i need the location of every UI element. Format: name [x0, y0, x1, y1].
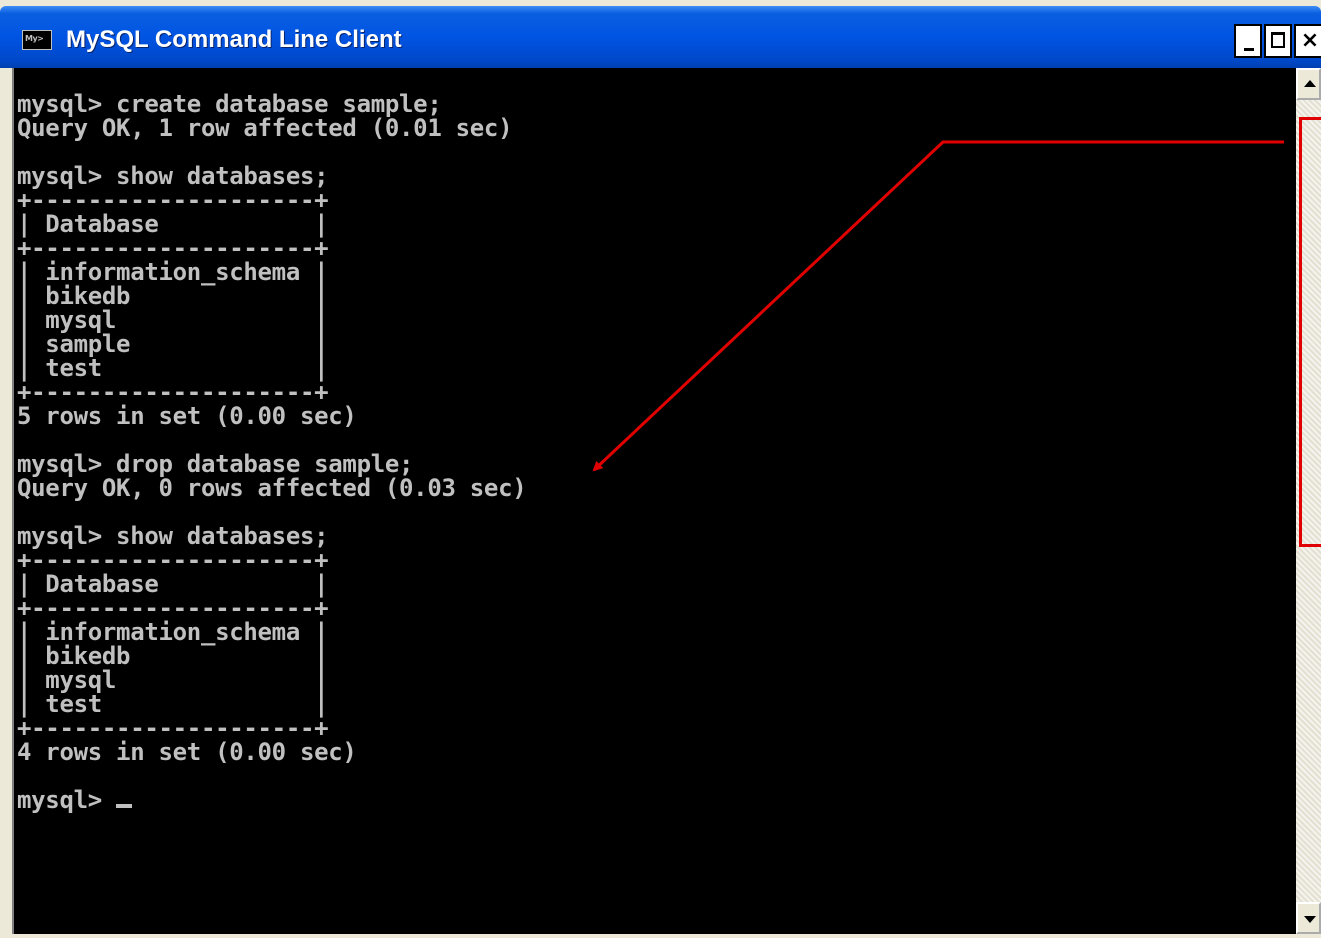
console-line: 4 rows in set (0.00 sec): [17, 738, 357, 766]
annotation-callout-box: [1299, 117, 1321, 547]
minimize-button[interactable]: [1234, 24, 1262, 58]
mysql-console-icon[interactable]: My>: [22, 30, 52, 50]
scroll-down-button[interactable]: [1296, 902, 1321, 934]
window-title: MySQL Command Line Client: [66, 26, 402, 53]
text-cursor: [116, 804, 133, 808]
title-bar[interactable]: My> MySQL Command Line Client ×: [0, 6, 1321, 68]
maximize-icon: [1271, 32, 1285, 48]
maximize-button[interactable]: [1264, 24, 1292, 58]
close-icon: ×: [1300, 28, 1320, 53]
minimize-icon: [1244, 48, 1254, 51]
close-button[interactable]: ×: [1294, 24, 1321, 58]
console-window: My> MySQL Command Line Client × mysql> c…: [0, 0, 1321, 938]
arrow-up-icon: [1304, 80, 1316, 87]
console-output[interactable]: mysql> create database sample; Query OK,…: [12, 68, 1296, 934]
scroll-up-button[interactable]: [1296, 68, 1321, 100]
arrow-down-icon: [1304, 916, 1316, 923]
console-text: mysql> create database sample; Query OK,…: [17, 92, 527, 814]
console-line: mysql>: [17, 786, 117, 814]
window-bottom-border: [0, 934, 1321, 938]
console-line: Query OK, 1 row affected (0.01 sec): [17, 114, 513, 142]
console-line: 5 rows in set (0.00 sec): [17, 402, 357, 430]
console-line: Query OK, 0 rows affected (0.03 sec): [17, 474, 527, 502]
